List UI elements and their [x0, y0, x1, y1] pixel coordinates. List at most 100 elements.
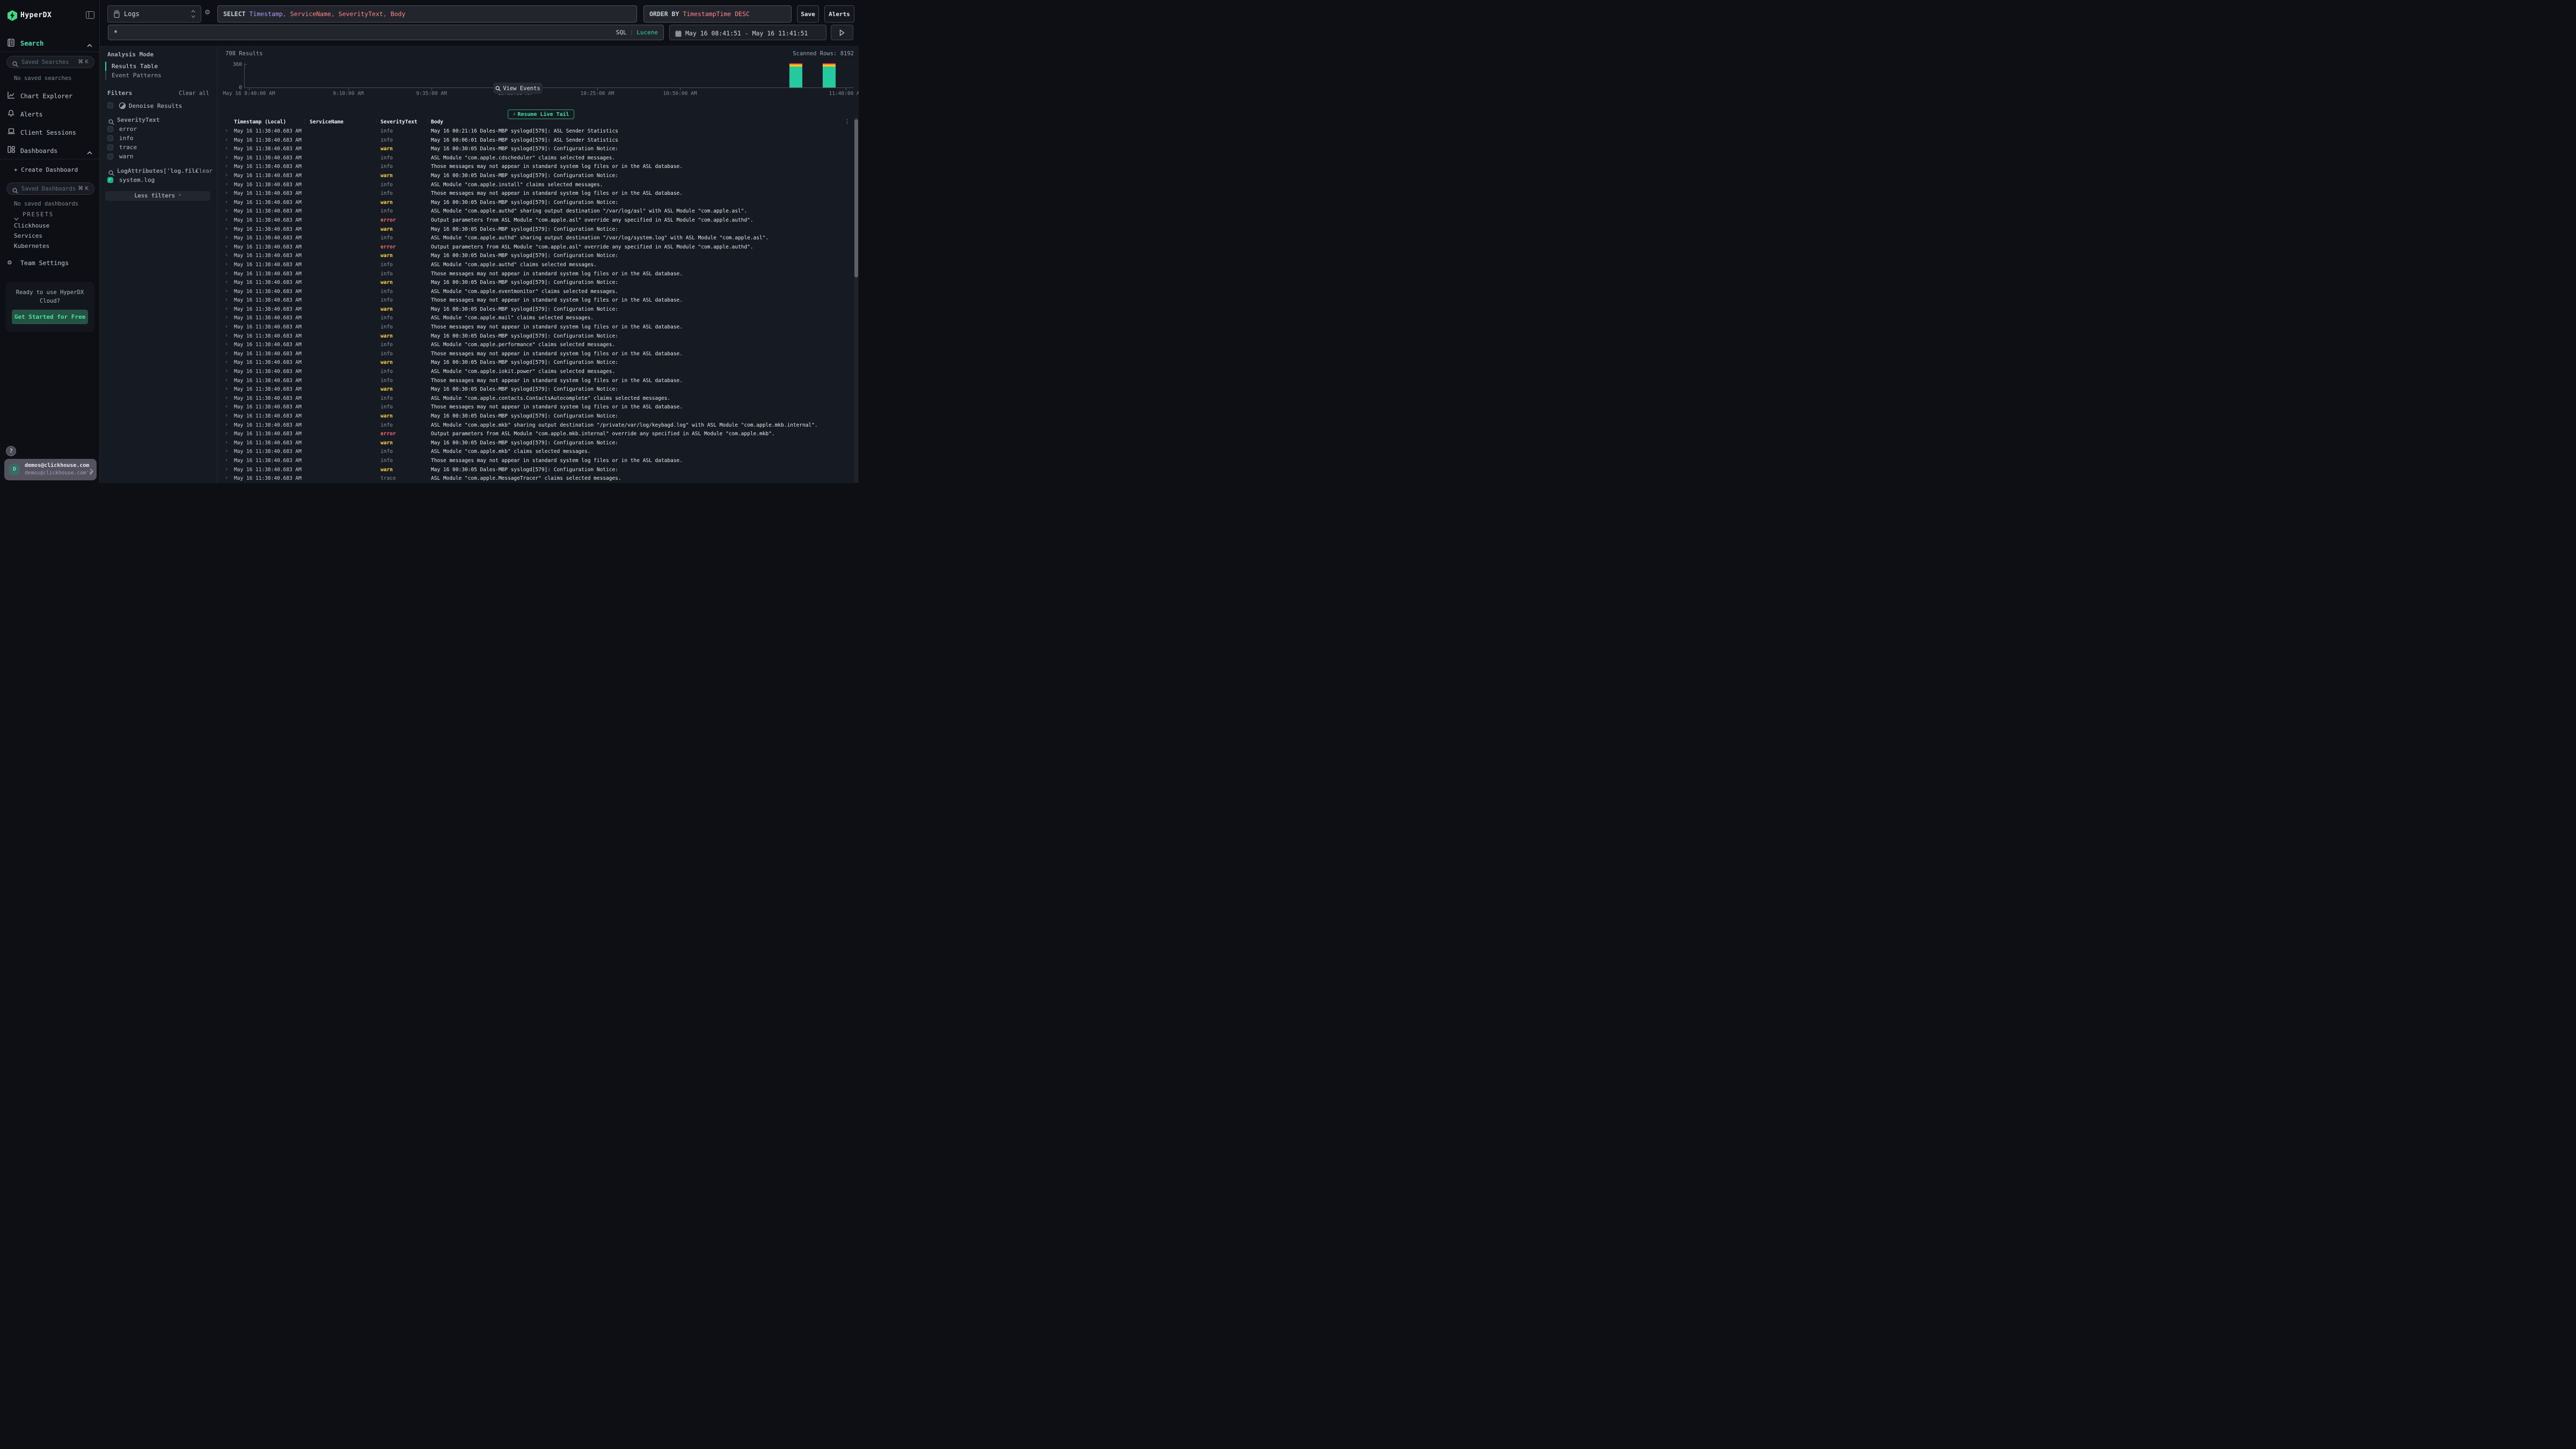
row-expand-chevron[interactable]: ›: [225, 350, 228, 356]
row-expand-chevron[interactable]: ›: [225, 359, 228, 365]
table-row[interactable]: › May 16 11:38:40.683 AM info ASL Module…: [217, 207, 859, 216]
row-expand-chevron[interactable]: ›: [225, 163, 228, 169]
row-expand-chevron[interactable]: ›: [225, 422, 228, 428]
table-row[interactable]: › May 16 11:38:40.683 AM info ASL Module…: [217, 394, 859, 404]
column-resize-handle[interactable]: ⋮: [302, 119, 306, 125]
row-expand-chevron[interactable]: ›: [225, 448, 228, 454]
row-expand-chevron[interactable]: ›: [225, 181, 228, 187]
filter-label-system-log[interactable]: system.log: [119, 177, 155, 184]
row-expand-chevron[interactable]: ›: [225, 288, 228, 294]
row-expand-chevron[interactable]: ›: [225, 199, 228, 205]
row-expand-chevron[interactable]: ›: [225, 475, 228, 481]
row-expand-chevron[interactable]: ›: [225, 341, 228, 347]
scrollbar-thumb[interactable]: [854, 119, 858, 277]
toggle-lucene[interactable]: Lucene: [636, 29, 658, 36]
table-row[interactable]: › May 16 11:38:40.683 AM info ASL Module…: [217, 154, 859, 163]
table-row[interactable]: › May 16 11:38:40.683 AM info ASL Module…: [217, 368, 859, 377]
table-row[interactable]: › May 16 11:38:40.683 AM error Output pa…: [217, 216, 859, 225]
saved-searches-input[interactable]: Saved Searches ⌘ K: [6, 56, 94, 68]
create-dashboard-button[interactable]: + Create Dashboard: [14, 166, 78, 173]
mode-event-patterns[interactable]: Event Patterns: [105, 71, 210, 80]
user-menu[interactable]: D demos@clickhouse.com demos@clickhouse.…: [4, 459, 97, 480]
table-row[interactable]: › May 16 11:38:40.683 AM warn May 16 00:…: [217, 279, 859, 288]
row-expand-chevron[interactable]: ›: [225, 457, 228, 463]
table-row[interactable]: › May 16 11:38:40.683 AM info ASL Module…: [217, 234, 859, 243]
row-expand-chevron[interactable]: ›: [225, 440, 228, 445]
row-expand-chevron[interactable]: ›: [225, 324, 228, 330]
row-expand-chevron[interactable]: ›: [225, 404, 228, 409]
row-expand-chevron[interactable]: ›: [225, 137, 228, 143]
table-row[interactable]: › May 16 11:38:40.683 AM warn May 16 00:…: [217, 358, 859, 368]
saved-dashboards-input[interactable]: Saved Dashboards ⌘ K: [6, 182, 94, 195]
table-row[interactable]: › May 16 11:38:40.683 AM warn May 16 00:…: [217, 172, 859, 181]
view-events-button[interactable]: View Events: [493, 83, 543, 94]
filter-checkbox-error[interactable]: [107, 126, 113, 132]
column-header-timestamp[interactable]: Timestamp (Local): [234, 119, 286, 125]
sidebar-item-alerts[interactable]: Alerts: [0, 108, 100, 121]
column-header-body[interactable]: Body: [431, 119, 443, 125]
toggle-sql[interactable]: SQL: [616, 29, 627, 36]
table-row[interactable]: › May 16 11:38:40.683 AM warn May 16 00:…: [217, 225, 859, 235]
filter-label-error[interactable]: error: [119, 126, 137, 133]
column-header-severitytext[interactable]: SeverityText: [380, 119, 418, 125]
preset-clickhouse[interactable]: Clickhouse: [14, 222, 49, 229]
sidebar-item-team-settings[interactable]: ⚙ Team Settings: [0, 257, 100, 270]
save-button[interactable]: Save: [797, 5, 819, 23]
table-row[interactable]: › May 16 11:38:40.683 AM info Those mess…: [217, 323, 859, 332]
results-histogram[interactable]: 360 0 May 16 8:40:00 AM9:10:00 AM9:35:00…: [217, 58, 859, 97]
row-expand-chevron[interactable]: ›: [225, 261, 228, 267]
column-resize-handle[interactable]: ⋮: [426, 119, 430, 125]
run-query-button[interactable]: [831, 25, 853, 40]
table-row[interactable]: › May 16 11:38:40.683 AM info May 16 00:…: [217, 127, 859, 136]
row-expand-chevron[interactable]: ›: [225, 190, 228, 196]
row-expand-chevron[interactable]: ›: [225, 155, 228, 160]
table-row[interactable]: › May 16 11:38:40.683 AM info Those mess…: [217, 350, 859, 359]
histogram-bar[interactable]: [823, 63, 836, 87]
row-expand-chevron[interactable]: ›: [225, 466, 228, 472]
table-row[interactable]: › May 16 11:38:40.683 AM warn May 16 00:…: [217, 199, 859, 208]
filter-label-info[interactable]: info: [119, 135, 134, 142]
table-row[interactable]: › May 16 11:38:40.683 AM info ASL Module…: [217, 448, 859, 457]
row-expand-chevron[interactable]: ›: [225, 386, 228, 392]
table-row[interactable]: › May 16 11:38:40.683 AM info May 16 00:…: [217, 136, 859, 145]
row-expand-chevron[interactable]: ›: [225, 333, 228, 339]
table-row[interactable]: › May 16 11:38:40.683 AM warn May 16 00:…: [217, 332, 859, 341]
table-row[interactable]: › May 16 11:38:40.683 AM info ASL Module…: [217, 181, 859, 190]
filter-label-trace[interactable]: trace: [119, 144, 137, 151]
filter-checkbox-system-log[interactable]: [107, 177, 113, 183]
sidebar-item-chart-explorer[interactable]: Chart Explorer: [0, 90, 100, 103]
row-expand-chevron[interactable]: ›: [225, 235, 228, 240]
order-by-editor[interactable]: ORDER BY TimestampTime DESC: [643, 5, 792, 23]
row-expand-chevron[interactable]: ›: [225, 368, 228, 374]
table-row[interactable]: › May 16 11:38:40.683 AM warn May 16 00:…: [217, 412, 859, 421]
sidebar-item-client-sessions[interactable]: Client Sessions: [0, 127, 100, 140]
row-expand-chevron[interactable]: ›: [225, 128, 228, 134]
time-range-picker[interactable]: May 16 08:41:51 - May 16 11:41:51: [669, 25, 826, 40]
table-row[interactable]: › May 16 11:38:40.683 AM warn May 16 00:…: [217, 385, 859, 394]
row-expand-chevron[interactable]: ›: [225, 145, 228, 151]
table-row[interactable]: › May 16 11:38:40.683 AM warn May 16 00:…: [217, 439, 859, 448]
row-expand-chevron[interactable]: ›: [225, 413, 228, 419]
row-expand-chevron[interactable]: ›: [225, 217, 228, 223]
sidebar-item-dashboards[interactable]: Dashboards: [0, 145, 100, 158]
table-row[interactable]: › May 16 11:38:40.683 AM info Those mess…: [217, 403, 859, 412]
table-row[interactable]: › May 16 11:38:40.683 AM info Those mess…: [217, 457, 859, 466]
row-expand-chevron[interactable]: ›: [225, 395, 228, 401]
table-row[interactable]: › May 16 11:38:40.683 AM info ASL Module…: [217, 288, 859, 297]
row-expand-chevron[interactable]: ›: [225, 377, 228, 383]
denoise-checkbox[interactable]: [107, 103, 113, 108]
scrollbar-track[interactable]: [854, 117, 858, 483]
row-expand-chevron[interactable]: ›: [225, 430, 228, 436]
preset-kubernetes[interactable]: Kubernetes: [14, 243, 49, 250]
query-language-toggle[interactable]: SQL|Lucene: [616, 29, 658, 36]
row-expand-chevron[interactable]: ›: [225, 226, 228, 232]
source-settings-gear-icon[interactable]: ⚙: [205, 7, 210, 17]
clear-all-link[interactable]: Clear all: [179, 90, 209, 97]
presets-header[interactable]: PRESETS: [23, 211, 54, 218]
sidebar-collapse-icon[interactable]: [86, 11, 94, 19]
sidebar-item-search[interactable]: Search: [0, 38, 100, 50]
table-row[interactable]: › May 16 11:38:40.683 AM info Those mess…: [217, 377, 859, 386]
table-row[interactable]: › May 16 11:38:40.683 AM warn May 16 00:…: [217, 305, 859, 314]
row-expand-chevron[interactable]: ›: [225, 270, 228, 276]
less-filters-button[interactable]: Less filters ⌃: [105, 191, 210, 201]
